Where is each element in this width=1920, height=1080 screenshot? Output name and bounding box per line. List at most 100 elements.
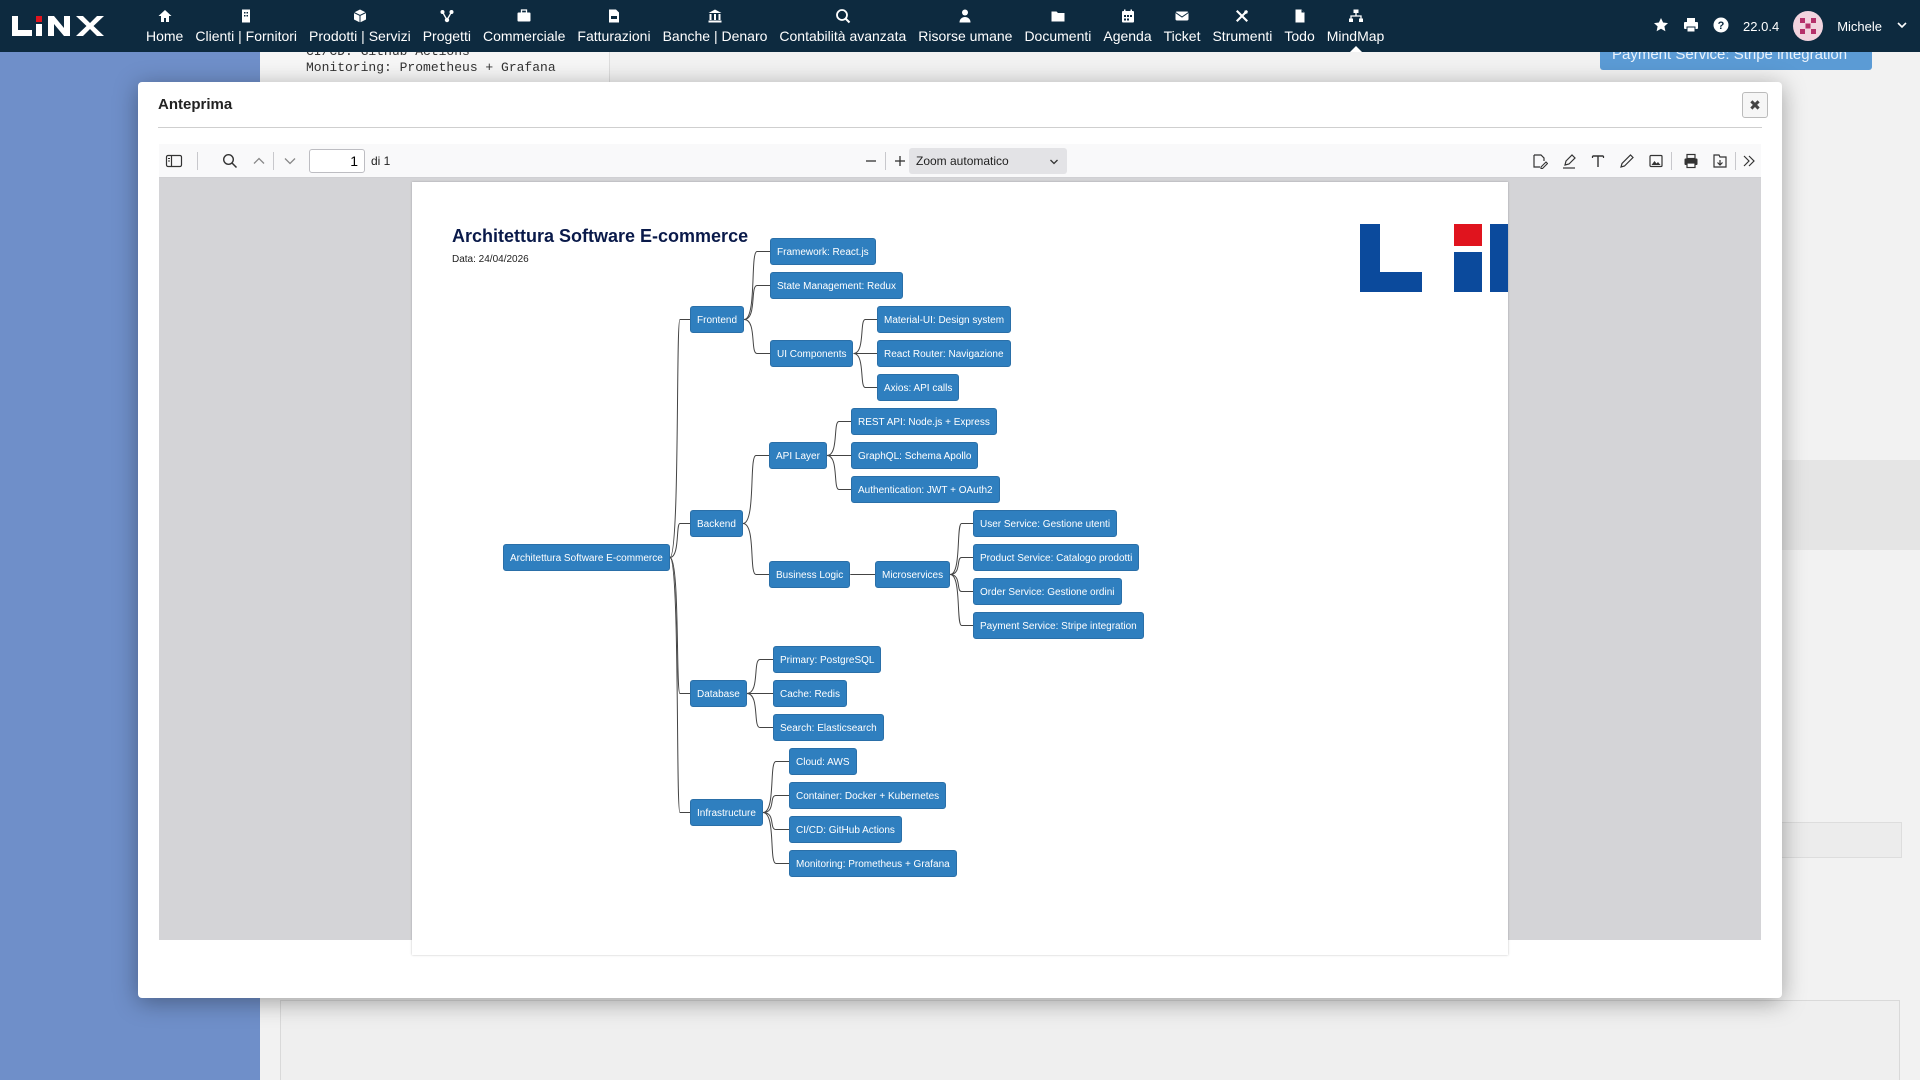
print-icon[interactable] — [1683, 17, 1699, 36]
mindmap-node-infra[interactable]: Infrastructure — [690, 799, 763, 826]
help-icon[interactable]: ? — [1713, 17, 1729, 36]
nav-item-ticket[interactable]: Ticket — [1158, 0, 1207, 52]
nav-item-mindmap[interactable]: MindMap — [1321, 0, 1391, 52]
nav-item-label: Contabilità avanzata — [779, 28, 907, 44]
more-tools-icon[interactable] — [1739, 151, 1759, 171]
mindmap-link — [762, 761, 789, 813]
mindmap-node-be-micro[interactable]: Microservices — [875, 561, 951, 588]
mindmap-node-database[interactable]: Database — [690, 680, 747, 707]
save-icon[interactable] — [1710, 151, 1730, 171]
mindmap-link — [742, 455, 769, 524]
mindmap-node-db-primary[interactable]: Primary: PostgreSQL — [773, 646, 882, 673]
page-count-label: di 1 — [371, 154, 391, 168]
mindmap-node-backend[interactable]: Backend — [690, 510, 743, 537]
envelope-icon — [1175, 11, 1189, 21]
nav-item-label: Fatturazioni — [577, 28, 651, 44]
nav-item-todo[interactable]: Todo — [1278, 0, 1320, 52]
search-icon[interactable] — [220, 151, 240, 171]
sitemap-icon — [1348, 9, 1363, 22]
text-tool-icon[interactable] — [1588, 151, 1608, 171]
mindmap-node-be-api-rest[interactable]: REST API: Node.js + Express — [851, 408, 997, 435]
nav-item-risorse[interactable]: Risorse umane — [912, 0, 1018, 52]
mindmap-node-be-logic[interactable]: Business Logic — [769, 561, 851, 588]
nav-item-banche[interactable]: Banche | Denaro — [657, 0, 774, 52]
nav-item-contabilita[interactable]: Contabilità avanzata — [773, 0, 912, 52]
print-icon[interactable] — [1681, 151, 1701, 171]
mindmap-link — [826, 421, 851, 456]
toolbar-separator — [1735, 152, 1736, 170]
mindmap-node-fe-ui[interactable]: UI Components — [770, 340, 854, 367]
mindmap-node-be-api-auth[interactable]: Authentication: JWT + OAuth2 — [851, 476, 1000, 503]
page-number-input[interactable] — [309, 149, 365, 173]
mindmap-node-be-ms-order[interactable]: Order Service: Gestione ordini — [973, 578, 1122, 605]
mindmap-node-fe-state[interactable]: State Management: Redux — [770, 272, 903, 299]
next-page-icon[interactable] — [280, 151, 300, 171]
mindmap-node-in-cicd[interactable]: CI/CD: GitHub Actions — [789, 816, 902, 843]
nav-item-prodotti[interactable]: Prodotti | Servizi — [303, 0, 417, 52]
mindmap-node-fe-ui-material[interactable]: Material-UI: Design system — [877, 306, 1012, 333]
mindmap-node-fe-framework[interactable]: Framework: React.js — [770, 238, 876, 265]
linx-logo[interactable] — [0, 0, 140, 52]
background-panel — [1770, 460, 1920, 550]
linx-logo-icon — [12, 16, 104, 36]
file-invoice-icon — [609, 9, 619, 23]
mindmap-node-fe-ui-router[interactable]: React Router: Navigazione — [877, 340, 1011, 367]
zoom-in-icon[interactable] — [890, 151, 910, 171]
close-button[interactable]: ✖ — [1742, 92, 1768, 118]
sidebar-toggle-icon[interactable] — [164, 151, 184, 171]
nav-item-label: Home — [146, 28, 184, 44]
mindmap-node-db-cache[interactable]: Cache: Redis — [773, 680, 848, 707]
mindmap-link — [746, 693, 773, 728]
mindmap-node-db-search[interactable]: Search: Elasticsearch — [773, 714, 884, 741]
zoom-out-icon[interactable] — [861, 151, 881, 171]
mindmap-node-be-api-graphql[interactable]: GraphQL: Schema Apollo — [851, 442, 979, 469]
mindmap-node-in-cloud[interactable]: Cloud: AWS — [789, 748, 857, 775]
nav-item-commerciale[interactable]: Commerciale — [477, 0, 571, 52]
nav-item-documenti[interactable]: Documenti — [1018, 0, 1097, 52]
zoom-select-value: Zoom automatico — [916, 154, 1009, 168]
avatar-pattern-icon — [1800, 18, 1817, 34]
mindmap-node-in-monitoring[interactable]: Monitoring: Prometheus + Grafana — [789, 850, 957, 877]
nav-item-strumenti[interactable]: Strumenti — [1206, 0, 1278, 52]
chevron-down-icon[interactable] — [1896, 19, 1908, 34]
highlight-icon[interactable] — [1559, 151, 1579, 171]
nav-item-home[interactable]: Home — [140, 0, 189, 52]
mindmap-node-in-container[interactable]: Container: Docker + Kubernetes — [789, 782, 947, 809]
mindmap-node-fe-ui-axios[interactable]: Axios: API calls — [877, 374, 960, 401]
draw-icon[interactable] — [1617, 151, 1637, 171]
image-icon[interactable] — [1646, 151, 1666, 171]
mindmap-node-frontend[interactable]: Frontend — [690, 306, 745, 333]
mindmap-node-be-ms-payment[interactable]: Payment Service: Stripe integration — [973, 612, 1144, 639]
nav-item-clienti[interactable]: Clienti | Fornitori — [189, 0, 303, 52]
user-tie-icon — [959, 9, 971, 23]
toolbar-separator — [885, 152, 886, 170]
nav-item-label: Todo — [1284, 28, 1315, 44]
avatar[interactable] — [1793, 11, 1824, 41]
zoom-select[interactable]: Zoom automatico — [909, 148, 1067, 174]
mindmap-node-be-api[interactable]: API Layer — [769, 442, 827, 469]
nav-item-progetti[interactable]: Progetti — [417, 0, 477, 52]
nav-item-label: Clienti | Fornitori — [195, 28, 298, 44]
mindmap-link — [742, 523, 769, 575]
mindmap-link — [669, 557, 690, 694]
mindmap-node-be-ms-user[interactable]: User Service: Gestione utenti — [973, 510, 1118, 537]
signature-icon[interactable] — [1530, 151, 1550, 171]
nav-item-label: Documenti — [1024, 28, 1092, 44]
previous-page-icon[interactable] — [249, 151, 269, 171]
background-code-line: Monitoring: Prometheus + Grafana — [306, 60, 556, 75]
username[interactable]: Michele — [1837, 19, 1882, 34]
calendar-icon — [1121, 9, 1134, 23]
nav-item-label: MindMap — [1326, 28, 1385, 44]
mindmap-node-root[interactable]: Architettura Software E-commerce — [503, 544, 670, 571]
building-icon — [242, 9, 251, 23]
mindmap-node-be-ms-product[interactable]: Product Service: Catalogo prodotti — [973, 544, 1140, 571]
nav-item-label: Prodotti | Servizi — [309, 28, 411, 44]
toolbar-separator — [273, 152, 274, 170]
nav-item-agenda[interactable]: Agenda — [1097, 0, 1157, 52]
mindmap-link — [853, 353, 877, 388]
mindmap-link — [743, 319, 770, 354]
star-icon[interactable] — [1653, 17, 1669, 36]
mindmap-link — [669, 557, 690, 813]
nav-item-label: Banche | Denaro — [662, 28, 768, 44]
nav-item-fatturazioni[interactable]: Fatturazioni — [571, 0, 656, 52]
